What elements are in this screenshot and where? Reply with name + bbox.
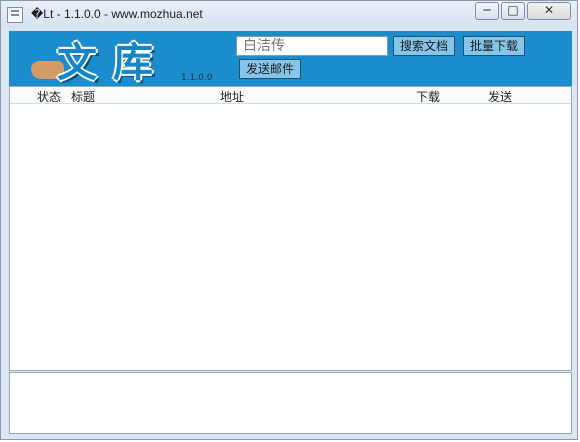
document-list[interactable]: 状态 标题 地址 下载 发送 (9, 86, 572, 371)
column-address[interactable]: 地址 (220, 88, 244, 105)
logo: 文库宝 1.1.0.0 (31, 33, 221, 144)
maximize-button[interactable]: □ (501, 2, 525, 20)
list-header: 状态 标题 地址 下载 发送 (10, 87, 571, 104)
title-bar[interactable]: �Lt - 1.1.0.0 - www.mozhua.net ─ □ ✕ (1, 1, 577, 29)
window-title: �Lt - 1.1.0.0 - www.mozhua.net (31, 7, 203, 21)
search-input[interactable] (236, 36, 388, 56)
column-download[interactable]: 下载 (416, 88, 440, 105)
send-email-button[interactable]: 发送邮件 (239, 59, 301, 79)
close-button[interactable]: ✕ (527, 2, 571, 20)
status-panel (9, 372, 572, 434)
app-window: �Lt - 1.1.0.0 - www.mozhua.net ─ □ ✕ 文库宝… (0, 0, 578, 440)
column-send[interactable]: 发送 (488, 88, 512, 105)
search-document-button[interactable]: 搜索文档 (393, 36, 455, 56)
app-icon (7, 7, 23, 23)
column-title[interactable]: 标题 (71, 88, 95, 105)
batch-download-button[interactable]: 批量下载 (463, 36, 525, 56)
column-status[interactable]: 状态 (37, 88, 61, 105)
version-label: 1.1.0.0 (181, 73, 213, 83)
minimize-button[interactable]: ─ (475, 2, 499, 20)
